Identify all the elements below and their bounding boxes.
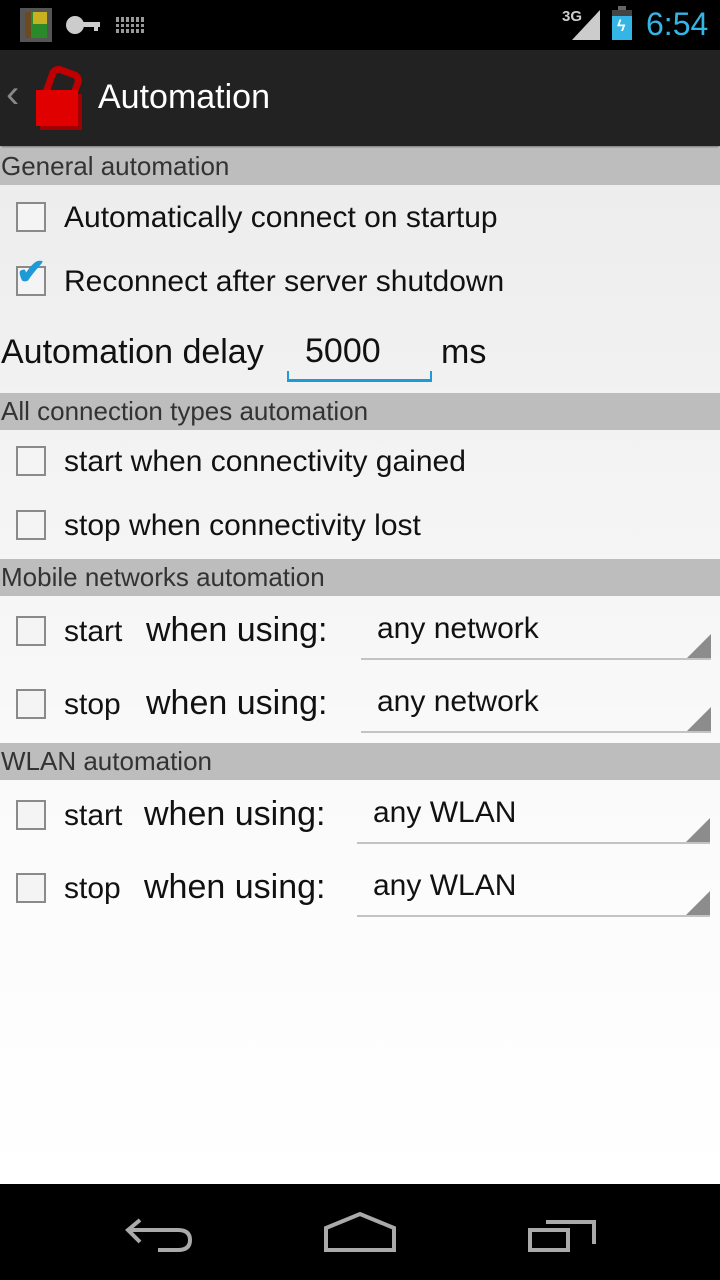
mobile-start-label: start [64,615,123,648]
wlan-start-row: start when using: any WLAN [0,782,720,852]
dropdown-triangle-icon [686,891,710,915]
reconnect-shutdown-option[interactable]: ✔ Reconnect after server shutdown [0,252,720,312]
dropdown-triangle-icon [687,634,711,658]
start-connectivity-gained-option[interactable]: start when connectivity gained [0,432,720,492]
wlan-start-value: any WLAN [373,796,517,829]
wlan-stop-checkbox[interactable] [16,873,46,903]
wlan-stop-row: stop when using: any WLAN [0,855,720,925]
automation-delay-value: 5000 [305,332,381,370]
wlan-stop-when-label: when using: [144,868,326,906]
mobile-start-when-label: when using: [146,611,328,649]
automation-delay-input[interactable]: 5000 [287,328,432,382]
mobile-stop-label: stop [64,688,121,721]
keyboard-icon [116,17,146,33]
checkmark-icon: ✔ [16,251,47,292]
automation-delay-unit: ms [441,333,487,371]
up-navigation-button[interactable]: ‹ [0,50,90,146]
wlan-stop-value: any WLAN [373,869,517,902]
recent-apps-icon [528,1220,596,1252]
section-header-general: General automation [0,148,720,185]
auto-connect-startup-option[interactable]: Automatically connect on startup [0,188,720,248]
reconnect-shutdown-label: Reconnect after server shutdown [64,265,505,298]
mobile-stop-network-value: any network [377,685,539,718]
mobile-start-row: start when using: any network [0,598,720,668]
section-header-mobile: Mobile networks automation [0,559,720,596]
stop-connectivity-lost-option[interactable]: stop when connectivity lost [0,496,720,556]
settings-content: General automation Automatically connect… [0,148,720,1184]
dropdown-triangle-icon [686,818,710,842]
automation-delay-label: Automation delay [1,333,264,371]
home-button[interactable] [310,1200,410,1264]
signal-icon [572,10,600,40]
mobile-stop-network-spinner[interactable]: any network [361,677,711,733]
navigation-bar [0,1184,720,1280]
start-connectivity-gained-checkbox[interactable] [16,446,46,476]
automation-delay-row: Automation delay 5000 ms [0,328,720,388]
app-door-icon [20,8,52,42]
recent-apps-button[interactable] [512,1200,612,1264]
wlan-start-checkbox[interactable] [16,800,46,830]
app-lock-icon [34,63,85,128]
chevron-left-icon: ‹ [6,72,20,116]
mobile-start-network-spinner[interactable]: any network [361,604,711,660]
mobile-start-checkbox[interactable] [16,616,46,646]
mobile-stop-checkbox[interactable] [16,689,46,719]
section-header-wlan: WLAN automation [0,743,720,780]
mobile-start-network-value: any network [377,612,539,645]
action-bar: ‹ Automation [0,50,720,146]
stop-connectivity-lost-checkbox[interactable] [16,510,46,540]
dropdown-triangle-icon [687,707,711,731]
auto-connect-startup-label: Automatically connect on startup [64,201,498,234]
home-icon [324,1211,396,1252]
battery-icon: ϟ [612,6,632,40]
mobile-stop-when-label: when using: [146,684,328,722]
start-connectivity-gained-label: start when connectivity gained [64,445,466,478]
key-icon [66,16,102,34]
reconnect-shutdown-checkbox[interactable]: ✔ [16,254,46,296]
wlan-stop-spinner[interactable]: any WLAN [357,861,710,917]
mobile-stop-row: stop when using: any network [0,671,720,741]
wlan-start-spinner[interactable]: any WLAN [357,788,710,844]
wlan-stop-label: stop [64,872,121,905]
stop-connectivity-lost-label: stop when connectivity lost [64,509,421,542]
wlan-start-when-label: when using: [144,795,326,833]
back-button[interactable] [110,1200,210,1264]
auto-connect-startup-checkbox[interactable] [16,202,46,232]
wlan-start-label: start [64,799,123,832]
section-header-all-connections: All connection types automation [0,393,720,430]
back-arrow-icon [125,1218,193,1252]
page-title: Automation [98,78,270,116]
clock: 6:54 [646,6,709,42]
status-bar: 3G ϟ 6:54 [0,0,720,50]
